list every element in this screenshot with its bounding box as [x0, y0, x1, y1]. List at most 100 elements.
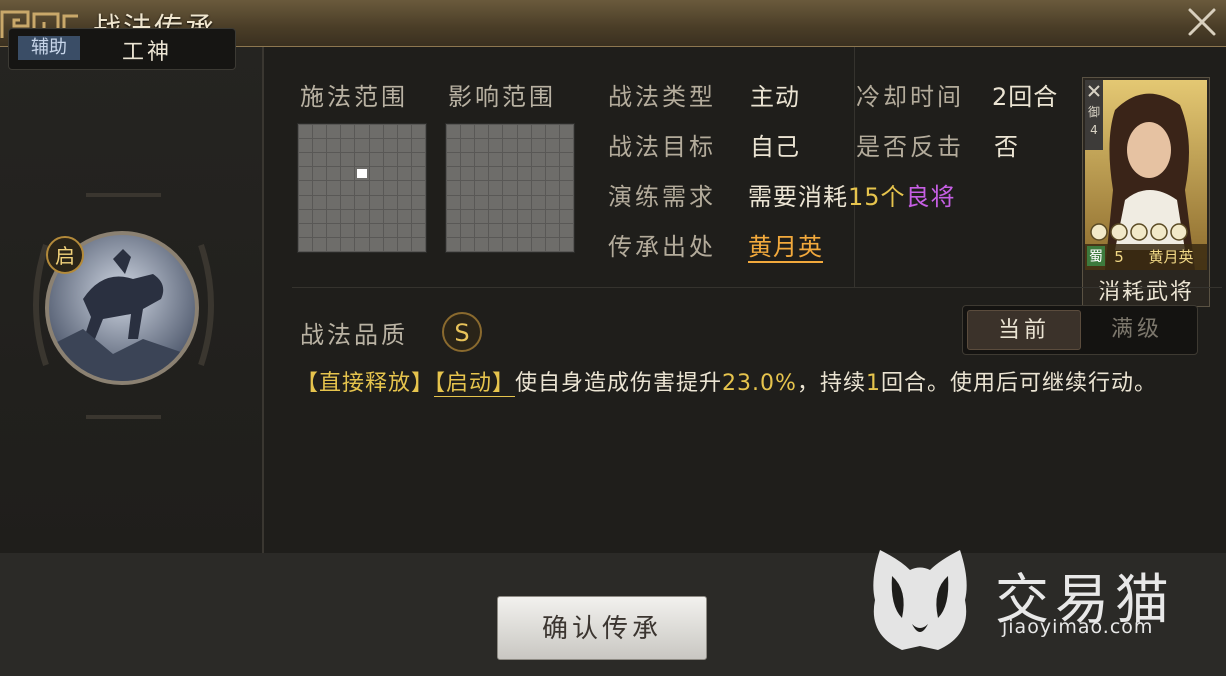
grid-cell: [517, 125, 531, 139]
grid-cell: [299, 125, 313, 139]
grid-cell: [559, 125, 573, 139]
grid-cell: [355, 209, 369, 223]
grid-cell: [545, 195, 559, 209]
skill-description: 【直接释放】【启动】使自身造成伤害提升23.0%，持续1回合。使用后可继续行动。: [296, 365, 1206, 403]
grid-cell: [489, 209, 503, 223]
grid-cell: [517, 195, 531, 209]
grid-cell: [355, 195, 369, 209]
confirm-inherit-button[interactable]: 确认传承: [497, 596, 707, 660]
quality-label: 战法品质: [300, 321, 408, 349]
grid-cell: [531, 195, 545, 209]
grid-cell: [411, 209, 425, 223]
cast-range-grid: [297, 123, 427, 253]
grid-cell: [327, 209, 341, 223]
grid-cell: [447, 195, 461, 209]
grid-cell: [461, 237, 475, 251]
grid-cell: [545, 125, 559, 139]
grid-cell: [411, 153, 425, 167]
hero-card[interactable]: 御 4 蜀 5 黄月英 消耗武将: [1082, 77, 1210, 307]
grid-cell: [503, 237, 517, 251]
grid-cell: [461, 181, 475, 195]
grid-cell: [503, 223, 517, 237]
level-toggle[interactable]: 当前 满级: [962, 305, 1198, 355]
grid-cell: [531, 223, 545, 237]
grid-cell: [341, 181, 355, 195]
grid-cell: [383, 139, 397, 153]
grid-cell: [411, 195, 425, 209]
hero-rank-label: 御: [1088, 104, 1100, 119]
grid-cell: [461, 139, 475, 153]
grid-cell: [503, 139, 517, 153]
close-icon[interactable]: [1182, 2, 1222, 42]
grid-cell: [447, 125, 461, 139]
desc-tag-direct: 【直接释放】: [296, 371, 435, 396]
grid-cell: [341, 139, 355, 153]
grid-cell: [327, 181, 341, 195]
grid-cell: [369, 153, 383, 167]
desc-text-2: ，持续: [796, 371, 866, 396]
grid-cell: [447, 223, 461, 237]
grid-cell: [559, 153, 573, 167]
grid-cell: [299, 195, 313, 209]
skill-name: 工神: [122, 40, 173, 65]
grid-cell: [383, 195, 397, 209]
tab-current[interactable]: 当前: [967, 310, 1081, 350]
grid-cell: [545, 153, 559, 167]
grid-cell: [299, 167, 313, 181]
grid-cell: [341, 195, 355, 209]
star-icon: [1130, 223, 1148, 241]
grid-cell: [517, 181, 531, 195]
watermark-cat-icon: [873, 550, 967, 650]
grid-cell: [503, 181, 517, 195]
grid-cell: [383, 181, 397, 195]
counter-value: 否: [994, 133, 1019, 161]
grid-cell: [559, 139, 573, 153]
grid-cell: [383, 209, 397, 223]
grid-cell: [369, 209, 383, 223]
grid-cell: [383, 223, 397, 237]
source-value[interactable]: 黄月英: [748, 227, 823, 263]
grid-cell: [531, 125, 545, 139]
grid-cell: [397, 139, 411, 153]
grid-cell: [447, 139, 461, 153]
grid-cell: [503, 209, 517, 223]
grid-cell: [559, 237, 573, 251]
grid-cell: [531, 139, 545, 153]
grid-cell: [531, 209, 545, 223]
grid-cell: [313, 167, 327, 181]
grid-cell: [369, 125, 383, 139]
grid-cell: [411, 181, 425, 195]
grid-cell: [545, 181, 559, 195]
grid-cell: [517, 139, 531, 153]
grid-cell: [341, 153, 355, 167]
grid-cell: [531, 167, 545, 181]
grid-cell: [327, 223, 341, 237]
grid-cell: [369, 167, 383, 181]
grid-cell: [397, 209, 411, 223]
grid-cell: [489, 153, 503, 167]
grid-cell: [341, 223, 355, 237]
practice-item: 良将: [905, 183, 956, 211]
grid-cell: [503, 125, 517, 139]
tab-max-level[interactable]: 满级: [1081, 310, 1193, 350]
grid-cell: [327, 125, 341, 139]
grid-cell: [383, 237, 397, 251]
desc-value: 23.0%: [722, 371, 797, 396]
grid-cell: [313, 125, 327, 139]
grid-cell: [313, 209, 327, 223]
grid-cell: [559, 181, 573, 195]
desc-tag-launch[interactable]: 【启动】: [434, 371, 516, 397]
source-hero-link[interactable]: 黄月英: [748, 233, 823, 263]
grid-cell: [559, 223, 573, 237]
grid-cell: [397, 223, 411, 237]
grid-cell: [369, 223, 383, 237]
grid-cell: [559, 209, 573, 223]
grid-cell: [327, 195, 341, 209]
grid-cell: [355, 223, 369, 237]
grid-cell: [489, 139, 503, 153]
divider: [854, 47, 855, 287]
grid-cell: [313, 237, 327, 251]
grid-cell: [397, 181, 411, 195]
grid-cell: [299, 181, 313, 195]
source-label: 传承出处: [608, 233, 716, 261]
